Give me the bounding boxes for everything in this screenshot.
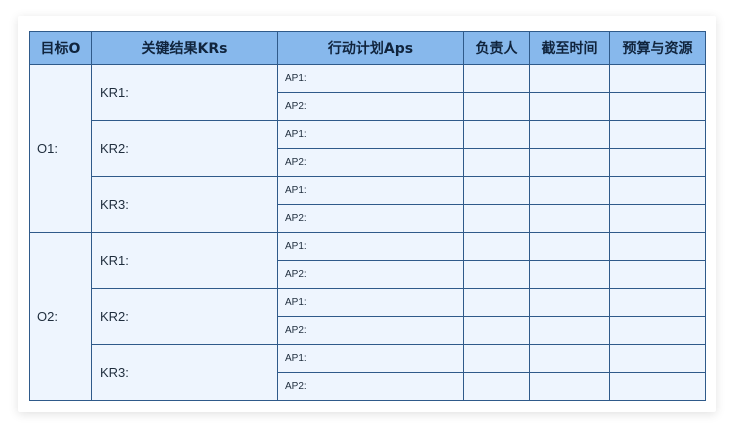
budget-cell[interactable] xyxy=(609,204,706,233)
deadline-cell[interactable] xyxy=(529,204,610,233)
deadline-cell[interactable] xyxy=(529,148,610,177)
table-row: KR3: AP1: xyxy=(30,176,706,233)
owner-cell[interactable] xyxy=(463,64,530,93)
budget-cell[interactable] xyxy=(609,148,706,177)
budget-cell[interactable] xyxy=(609,372,706,401)
action-plan-cell[interactable]: AP1: xyxy=(277,344,464,373)
table-row: O1: KR1: AP1: xyxy=(29,64,706,233)
owner-cell[interactable] xyxy=(463,372,530,401)
deadline-cell[interactable] xyxy=(529,372,610,401)
action-plan-cell[interactable]: AP2: xyxy=(277,204,464,233)
budget-cell[interactable] xyxy=(609,344,706,373)
okr-table: 目标O 关键结果KRs 行动计划Aps 负责人 截至时间 预算与资源 O1: KR… xyxy=(29,31,706,401)
budget-cell[interactable] xyxy=(609,92,706,121)
header-deadline: 截至时间 xyxy=(529,31,610,65)
budget-cell[interactable] xyxy=(609,176,706,205)
action-plan-cell[interactable]: AP1: xyxy=(277,232,464,261)
key-result-cell[interactable]: KR1: xyxy=(91,232,278,289)
table-row: KR2: AP1: xyxy=(30,288,706,345)
action-plan-cell[interactable]: AP2: xyxy=(277,372,464,401)
key-result-cell[interactable]: KR2: xyxy=(91,120,278,177)
deadline-cell[interactable] xyxy=(529,288,610,317)
table-row: O2: KR1: AP1: xyxy=(29,232,706,401)
key-result-cell[interactable]: KR3: xyxy=(91,344,278,401)
key-result-cell[interactable]: KR1: xyxy=(91,64,278,121)
owner-cell[interactable] xyxy=(463,260,530,289)
owner-cell[interactable] xyxy=(463,232,530,261)
key-result-cell[interactable]: KR2: xyxy=(91,288,278,345)
header-owner: 负责人 xyxy=(463,31,530,65)
deadline-cell[interactable] xyxy=(529,92,610,121)
deadline-cell[interactable] xyxy=(529,316,610,345)
owner-cell[interactable] xyxy=(463,344,530,373)
key-result-cell[interactable]: KR3: xyxy=(91,176,278,233)
action-plan-cell[interactable]: AP1: xyxy=(277,288,464,317)
header-key-results: 关键结果KRs xyxy=(91,31,278,65)
deadline-cell[interactable] xyxy=(529,120,610,149)
budget-cell[interactable] xyxy=(609,316,706,345)
table-row: KR3: AP1: xyxy=(30,344,706,401)
okr-table-card: 目标O 关键结果KRs 行动计划Aps 负责人 截至时间 预算与资源 O1: KR… xyxy=(18,16,716,412)
action-plan-cell[interactable]: AP2: xyxy=(277,260,464,289)
owner-cell[interactable] xyxy=(463,316,530,345)
owner-cell[interactable] xyxy=(463,204,530,233)
header-action-plans: 行动计划Aps xyxy=(277,31,464,65)
deadline-cell[interactable] xyxy=(529,260,610,289)
budget-cell[interactable] xyxy=(609,120,706,149)
budget-cell[interactable] xyxy=(609,232,706,261)
owner-cell[interactable] xyxy=(463,176,530,205)
objective-cell[interactable]: O1: xyxy=(29,64,92,233)
deadline-cell[interactable] xyxy=(529,64,610,93)
objective-cell[interactable]: O2: xyxy=(29,232,92,401)
owner-cell[interactable] xyxy=(463,288,530,317)
budget-cell[interactable] xyxy=(609,260,706,289)
action-plan-cell[interactable]: AP2: xyxy=(277,92,464,121)
action-plan-cell[interactable]: AP2: xyxy=(277,148,464,177)
owner-cell[interactable] xyxy=(463,120,530,149)
deadline-cell[interactable] xyxy=(529,176,610,205)
action-plan-cell[interactable]: AP1: xyxy=(277,176,464,205)
table-row: KR2: AP1: xyxy=(30,120,706,177)
budget-cell[interactable] xyxy=(609,64,706,93)
header-row: 目标O 关键结果KRs 行动计划Aps 负责人 截至时间 预算与资源 xyxy=(29,31,706,65)
header-budget: 预算与资源 xyxy=(609,31,706,65)
action-plan-cell[interactable]: AP1: xyxy=(277,120,464,149)
deadline-cell[interactable] xyxy=(529,344,610,373)
owner-cell[interactable] xyxy=(463,92,530,121)
budget-cell[interactable] xyxy=(609,288,706,317)
action-plan-cell[interactable]: AP2: xyxy=(277,316,464,345)
table-body: O1: KR1: AP1: AP2: KR2: AP1: AP2: KR3: AP1: AP2: O… xyxy=(29,64,706,401)
header-objective: 目标O xyxy=(29,31,92,65)
action-plan-cell[interactable]: AP1: xyxy=(277,64,464,93)
owner-cell[interactable] xyxy=(463,148,530,177)
deadline-cell[interactable] xyxy=(529,232,610,261)
